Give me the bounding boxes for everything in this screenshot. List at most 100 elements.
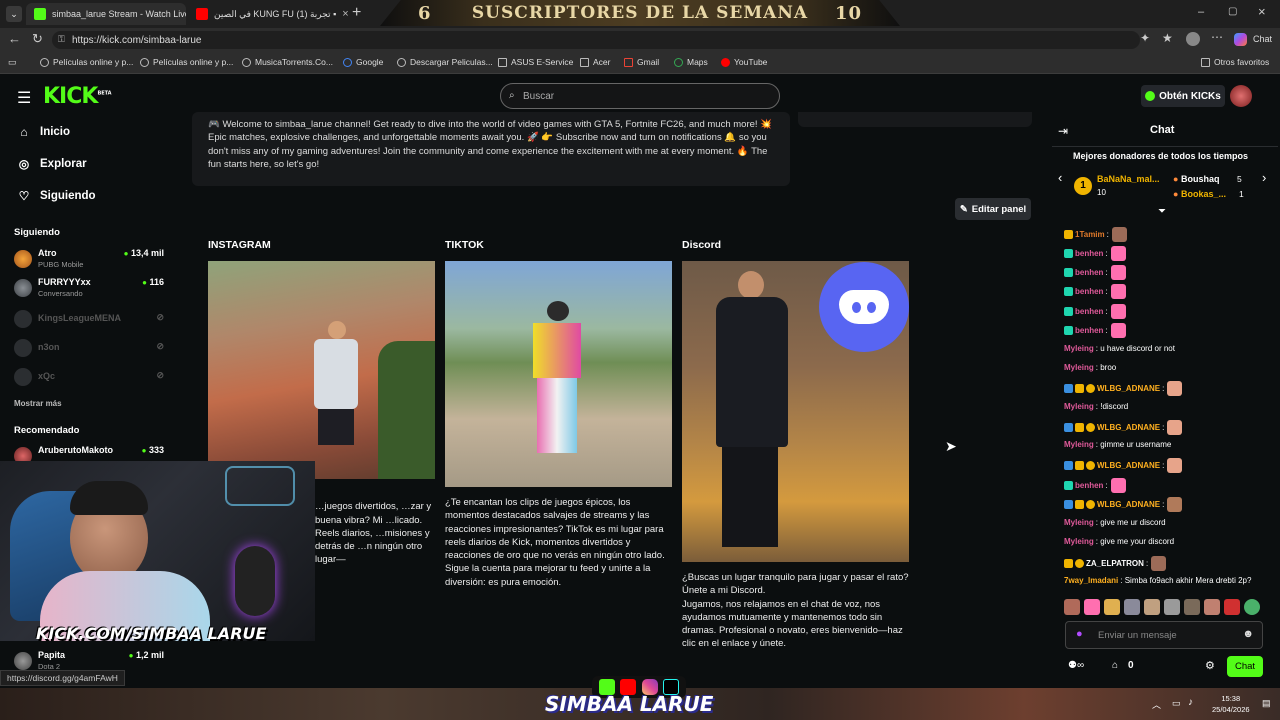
users-icon[interactable]: ⚉∞ bbox=[1068, 660, 1084, 671]
emote-icon[interactable] bbox=[1144, 599, 1160, 615]
bookmark-item[interactable]: Descargar Peliculas... bbox=[397, 57, 493, 67]
tab-kick[interactable]: simbaa_larue Stream - Watch Live × bbox=[26, 3, 186, 25]
clock[interactable]: 15:38 25/04/2026 bbox=[1212, 693, 1250, 715]
chat-message[interactable]: ZA_ELPATRON: bbox=[1064, 556, 1167, 571]
chat-message[interactable]: 7way_lmadani: Simba fo9ach akhir Mera dr… bbox=[1064, 576, 1251, 585]
nav-explore[interactable]: ◎ Explorar bbox=[18, 157, 87, 171]
nav-home[interactable]: ⌂ Inicio bbox=[18, 125, 70, 139]
followed-channel[interactable]: n3on ⊘ bbox=[14, 337, 164, 361]
close-window-icon[interactable]: × bbox=[1258, 4, 1266, 19]
emote-icon[interactable] bbox=[1064, 599, 1080, 615]
donor-name[interactable]: ● Bookas_... bbox=[1173, 189, 1226, 199]
bookmark-item[interactable]: Google bbox=[343, 57, 383, 67]
chevron-left-icon[interactable]: ‹ bbox=[1058, 170, 1062, 185]
bookmark-item[interactable]: Películas online y p... bbox=[140, 57, 233, 67]
bookmark-item[interactable]: ASUS E-Service bbox=[498, 57, 573, 67]
hamburger-menu-icon[interactable]: ☰ bbox=[17, 88, 31, 108]
reload-icon[interactable]: ↻ bbox=[32, 31, 43, 47]
copilot-chat-label[interactable]: Chat bbox=[1253, 34, 1272, 44]
chat-message[interactable]: WLBG_ADNANE: bbox=[1064, 458, 1183, 473]
kicks-icon[interactable]: ⌂ bbox=[1112, 660, 1118, 671]
search-input[interactable]: ⌕ Buscar bbox=[500, 83, 780, 109]
nav-following[interactable]: ♡ Siguiendo bbox=[18, 189, 96, 203]
chat-message[interactable]: Myleing: give me your discord bbox=[1064, 537, 1174, 546]
donor-name[interactable]: BaNaNa_mal... bbox=[1097, 174, 1160, 184]
chat-message[interactable]: benhen: bbox=[1064, 304, 1126, 319]
url-field[interactable]: ⚿ https://kick.com/simbaa-larue bbox=[52, 31, 1140, 49]
microphone-icon[interactable]: ● bbox=[1076, 628, 1083, 640]
chat-message[interactable]: WLBG_ADNANE: bbox=[1064, 420, 1183, 435]
chat-message[interactable]: benhen: bbox=[1064, 265, 1126, 280]
site-info-icon[interactable]: ⚿ bbox=[58, 34, 65, 45]
extensions-icon[interactable]: ✦ bbox=[1140, 31, 1150, 45]
bookmark-item[interactable]: Películas online y p... bbox=[40, 57, 133, 67]
chat-message[interactable]: WLBG_ADNANE: bbox=[1064, 381, 1183, 396]
tab-youtube[interactable]: في الصين KUNG FU تجربة (1) ▪ × bbox=[188, 3, 348, 25]
emote-icon[interactable] bbox=[1244, 599, 1260, 615]
notifications-icon[interactable]: ▤ bbox=[1262, 698, 1271, 709]
chat-message[interactable]: benhen: bbox=[1064, 246, 1126, 261]
chat-message[interactable]: Myleing: u have discord or not bbox=[1064, 344, 1175, 353]
close-tab-icon[interactable]: × bbox=[336, 8, 348, 20]
donor-name[interactable]: ● Boushaq bbox=[1173, 174, 1219, 184]
chat-message[interactable]: WLBG_ADNANE: bbox=[1064, 497, 1183, 512]
chat-message[interactable]: 1Tamim: bbox=[1064, 227, 1127, 242]
more-menu-icon[interactable]: ⋯ bbox=[1211, 30, 1223, 44]
emoji-icon[interactable]: ☻ bbox=[1242, 628, 1254, 640]
minimize-icon[interactable]: – bbox=[1198, 6, 1204, 18]
followed-channel[interactable]: Atro PUBG Mobile ● 13,4 mil bbox=[14, 248, 164, 272]
chat-message[interactable]: benhen: bbox=[1064, 284, 1126, 299]
followed-channel[interactable]: KingsLeagueMENA ⊘ bbox=[14, 308, 164, 332]
user-avatar[interactable] bbox=[1230, 85, 1252, 107]
send-chat-button[interactable]: Chat bbox=[1227, 656, 1263, 677]
kick-logo[interactable]: KICKBETA bbox=[43, 84, 112, 109]
chat-message[interactable]: Myleing: !discord bbox=[1064, 402, 1128, 411]
maximize-icon[interactable]: ▢ bbox=[1228, 6, 1237, 17]
followed-channel[interactable]: xQc ⊘ bbox=[14, 366, 164, 390]
network-icon[interactable]: ▭ bbox=[1172, 698, 1181, 709]
chat-message[interactable]: benhen: bbox=[1064, 478, 1126, 493]
show-more-link[interactable]: Mostrar más bbox=[14, 399, 62, 408]
folder-icon bbox=[1201, 57, 1210, 67]
emote-icon[interactable] bbox=[1184, 599, 1200, 615]
collapse-chat-icon[interactable]: ⇥ bbox=[1058, 124, 1068, 138]
edit-panel-button[interactable]: ✎ Editar panel bbox=[955, 198, 1031, 220]
new-tab-icon[interactable]: + bbox=[352, 4, 361, 22]
emote-icon[interactable] bbox=[1084, 599, 1100, 615]
volume-icon[interactable]: ♪ bbox=[1188, 697, 1193, 708]
emote-icon[interactable] bbox=[1224, 599, 1240, 615]
bookmark-item[interactable]: Maps bbox=[674, 57, 708, 67]
copilot-icon[interactable] bbox=[1234, 33, 1247, 46]
gmail-icon bbox=[624, 57, 633, 67]
chat-message[interactable]: Myleing: broo bbox=[1064, 363, 1116, 372]
settings-gear-icon[interactable]: ⚙ bbox=[1205, 659, 1215, 672]
chat-message[interactable]: Myleing: give me ur discord bbox=[1064, 518, 1166, 527]
emote-icon[interactable] bbox=[1124, 599, 1140, 615]
bookmark-item[interactable]: Acer bbox=[580, 57, 610, 67]
emote-icon[interactable] bbox=[1104, 599, 1120, 615]
get-kicks-button[interactable]: Obtén KICKs bbox=[1141, 85, 1225, 107]
emote-icon[interactable] bbox=[1164, 599, 1180, 615]
chat-message[interactable]: Myleing: gimme ur username bbox=[1064, 440, 1171, 449]
hoodie-shape bbox=[533, 323, 581, 378]
tab-list-icon[interactable]: ⌄ bbox=[6, 6, 22, 22]
tray-chevron-icon[interactable]: ︿ bbox=[1152, 698, 1161, 711]
tiktok-panel-image[interactable] bbox=[445, 261, 672, 487]
instagram-panel-image[interactable] bbox=[208, 261, 435, 479]
emote-icon[interactable] bbox=[1204, 599, 1220, 615]
followed-channel[interactable]: FURRYYYxx Conversando ● 116 bbox=[14, 277, 164, 301]
bookmark-menu-icon[interactable]: ▭ bbox=[8, 57, 17, 68]
chat-message-input[interactable]: ● Enviar un mensaje ☻ bbox=[1065, 621, 1263, 649]
following-section-title: Siguiendo bbox=[14, 227, 60, 238]
pinned-toggle-icon[interactable]: ⏷ bbox=[1158, 206, 1166, 217]
favorites-icon[interactable]: ★ bbox=[1162, 31, 1173, 45]
chevron-right-icon[interactable]: › bbox=[1262, 170, 1266, 185]
discord-panel-image[interactable] bbox=[682, 261, 909, 562]
bookmark-item[interactable]: MusicaTorrents.Co... bbox=[242, 57, 333, 67]
bookmark-item[interactable]: Gmail bbox=[624, 57, 659, 67]
bookmark-item[interactable]: YouTube bbox=[721, 57, 767, 67]
chat-message[interactable]: benhen: bbox=[1064, 323, 1126, 338]
back-icon[interactable]: ← bbox=[8, 31, 21, 46]
profile-avatar[interactable] bbox=[1186, 32, 1200, 46]
bookmark-other-favorites[interactable]: Otros favoritos bbox=[1201, 57, 1269, 67]
